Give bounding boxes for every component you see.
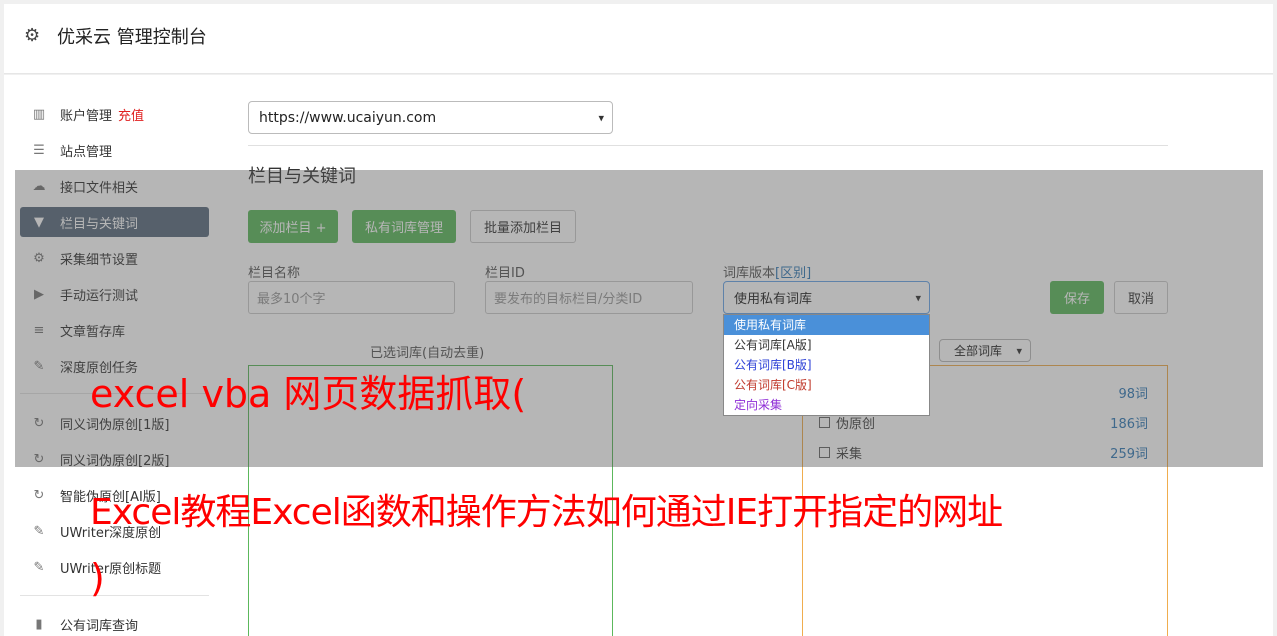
sidebar-item-account[interactable]: ▥ 账户管理 充值	[20, 99, 209, 129]
divider	[248, 145, 1168, 146]
edit-icon: ✎	[33, 523, 45, 539]
server-icon: ☰	[33, 142, 45, 158]
dropdown-option-public-a[interactable]: 公有词库[A版]	[724, 335, 929, 355]
dropdown-option-public-c[interactable]: 公有词库[C版]	[724, 375, 929, 395]
caption-line-2: Excel教程Excel函数和操作方法如何通过IE打开指定的网址	[90, 492, 1003, 533]
refresh-icon: ↻	[33, 487, 45, 503]
bar-chart-icon: ▥	[32, 106, 46, 122]
sidebar-item-label: 账户管理	[60, 108, 113, 124]
site-select-value: https://www.ucaiyun.com	[259, 109, 437, 126]
dropdown-option-private[interactable]: 使用私有词库	[724, 315, 929, 335]
lib-version-dropdown: 使用私有词库 公有词库[A版] 公有词库[B版] 公有词库[C版] 定向采集	[723, 314, 930, 416]
sidebar-item-label: 公有词库查询	[60, 618, 139, 634]
dropdown-option-public-b[interactable]: 公有词库[B版]	[724, 355, 929, 375]
sidebar-item-label: UWriter原创标题	[60, 561, 162, 577]
caption-line-3: )	[90, 556, 105, 600]
dropdown-option-targeted[interactable]: 定向采集	[724, 395, 929, 415]
app-title: 优采云 管理控制台	[57, 27, 207, 48]
sidebar-item-label: 站点管理	[60, 144, 113, 160]
sidebar-divider	[20, 595, 209, 596]
sidebar-item-sites[interactable]: ☰ 站点管理	[20, 135, 209, 165]
sidebar-item-public-lib-query[interactable]: ▮ 公有词库查询	[20, 609, 209, 636]
book-icon: ▮	[35, 616, 43, 632]
chevron-down-icon: ▾	[598, 111, 604, 124]
recharge-link[interactable]: 充值	[118, 105, 144, 124]
app-header: ⚙ 优采云 管理控制台	[4, 4, 1273, 74]
overlay-band	[15, 170, 1263, 467]
site-select[interactable]: https://www.ucaiyun.com ▾	[248, 101, 613, 134]
sidebar-item-uwriter-title[interactable]: ✎ UWriter原创标题	[20, 552, 209, 582]
gear-icon: ⚙	[24, 25, 41, 46]
edit-icon: ✎	[33, 559, 45, 575]
caption-line-1: excel vba 网页数据抓取(	[90, 372, 527, 416]
